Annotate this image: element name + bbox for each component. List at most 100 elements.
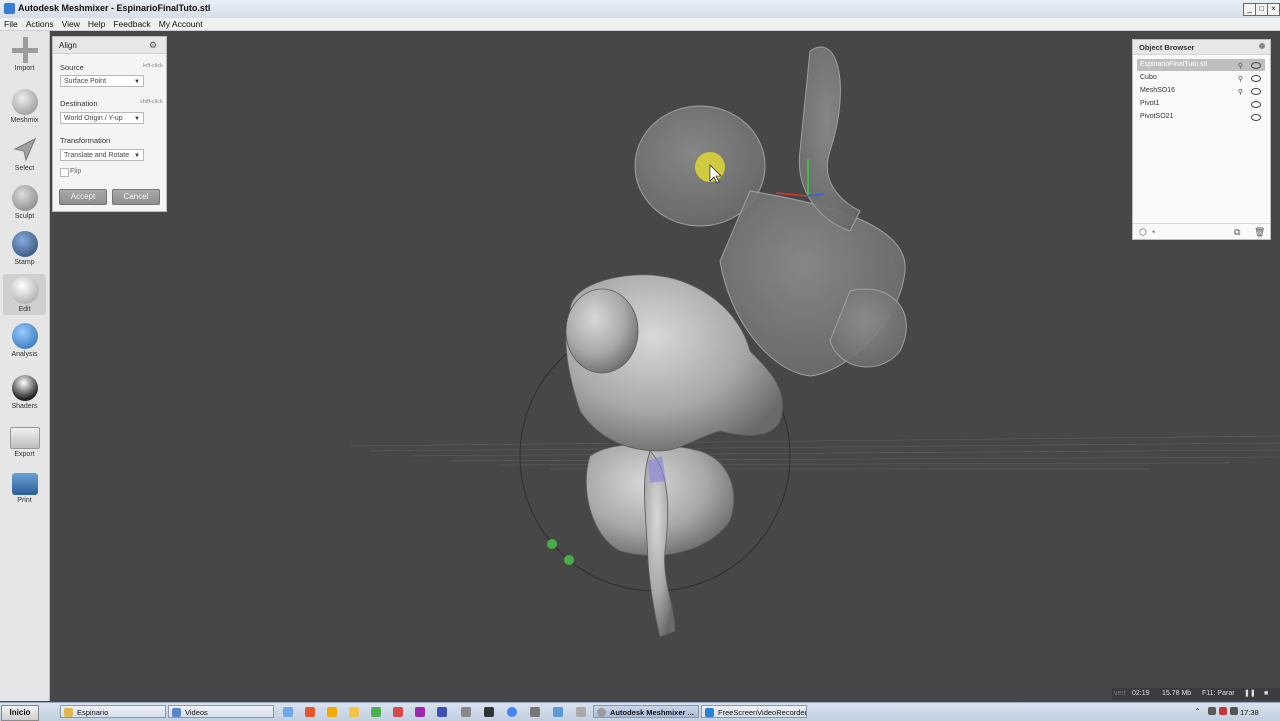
quicklaunch-icon[interactable]: [553, 707, 563, 717]
volume-icon[interactable]: [1230, 707, 1238, 715]
taskbar-item-espinario[interactable]: Espinario: [60, 705, 166, 718]
start-button[interactable]: Inicio: [1, 705, 39, 721]
taskbar-item-meshmixer[interactable]: Autodesk Meshmixer ...: [593, 705, 699, 718]
tray-expand-icon[interactable]: ⌃: [1194, 707, 1201, 716]
scene-svg: [349, 46, 1280, 638]
accept-button[interactable]: Accept: [59, 189, 107, 205]
align-panel-title: Align: [59, 41, 77, 50]
toolbar-analysis[interactable]: Analysis: [3, 323, 46, 358]
object-browser: Object Browser EspinarioFinalTuto.stl ⚲ …: [1132, 39, 1271, 240]
toolbar-edit[interactable]: Edit: [3, 274, 46, 315]
chevron-down-icon: ▼: [134, 79, 140, 85]
tray-icon[interactable]: [1208, 707, 1216, 715]
menu-my-account[interactable]: My Account: [155, 18, 207, 30]
object-row[interactable]: PivotSO21: [1137, 111, 1265, 123]
transformation-dropdown[interactable]: Translate and Rotate ▼: [60, 149, 144, 161]
meshmix-icon: [11, 89, 38, 115]
app-icon: [4, 3, 15, 14]
window-title: Autodesk Meshmixer - EspinarioFinalTuto.…: [18, 3, 211, 13]
toolbar-export[interactable]: Export: [3, 427, 46, 458]
destination-label: Destination: [60, 99, 98, 108]
align-panel: Align ⚙ Source left-click Surface Point ▼…: [52, 36, 167, 212]
quicklaunch-icon[interactable]: [327, 707, 337, 717]
meshmixer-icon: [597, 708, 606, 717]
taskbar-item-recorder[interactable]: FreeScreenVideoRecorder: [701, 705, 807, 718]
visibility-eye-icon[interactable]: [1251, 62, 1261, 69]
quicklaunch-icon[interactable]: [371, 707, 381, 717]
divider: [1133, 223, 1270, 224]
toolbar-select[interactable]: Select: [3, 137, 46, 172]
visibility-eye-icon[interactable]: [1251, 101, 1261, 108]
quicklaunch-icon[interactable]: [530, 707, 540, 717]
chrome-icon[interactable]: [507, 707, 517, 717]
object-browser-header: Object Browser: [1133, 40, 1270, 55]
quicklaunch-icon[interactable]: [437, 707, 447, 717]
tray-icon[interactable]: [1219, 707, 1227, 715]
object-row[interactable]: Pivot1: [1137, 98, 1265, 110]
quicklaunch-icon[interactable]: [349, 707, 359, 717]
menu-bar: File Actions View Help Feedback My Account: [0, 18, 1280, 31]
ring-handle[interactable]: [547, 539, 557, 549]
destination-dropdown[interactable]: World Origin / Y-up ▼: [60, 112, 144, 124]
select-arrow-icon: [12, 137, 38, 163]
export-folder-icon: [9, 427, 40, 449]
menu-help[interactable]: Help: [84, 18, 109, 30]
folder-icon: [64, 708, 73, 717]
pause-icon[interactable]: ❚❚: [1244, 688, 1256, 700]
quicklaunch-icon[interactable]: [484, 707, 494, 717]
quicklaunch-icon[interactable]: [305, 707, 315, 717]
stop-icon[interactable]: ■: [1264, 688, 1268, 700]
visibility-eye-icon[interactable]: [1251, 88, 1261, 95]
close-icon[interactable]: [1259, 43, 1265, 49]
analysis-globe-icon: [11, 323, 38, 349]
close-button[interactable]: ×: [1267, 3, 1280, 16]
title-bar: Autodesk Meshmixer - EspinarioFinalTuto.…: [0, 0, 1280, 19]
menu-feedback[interactable]: Feedback: [109, 18, 154, 30]
toolbar-print[interactable]: Print: [3, 473, 46, 504]
video-folder-icon: [172, 708, 181, 717]
status-memory: 15.78 Mb: [1162, 690, 1192, 697]
shader-sphere-icon: [11, 375, 38, 401]
object-row[interactable]: Cubo ⚲: [1137, 72, 1265, 84]
status-time: 02:19: [1132, 690, 1150, 697]
menu-file[interactable]: File: [0, 18, 22, 30]
source-dropdown[interactable]: Surface Point ▼: [60, 75, 144, 87]
visibility-eye-icon[interactable]: [1251, 114, 1261, 121]
source-label: Source: [60, 63, 84, 72]
sculpt-brush-icon: [11, 185, 38, 211]
combine-icon[interactable]: ◔: [1150, 227, 1155, 237]
gear-icon[interactable]: ⚙: [149, 40, 157, 51]
object-row[interactable]: MeshSO16 ⚲: [1137, 85, 1265, 97]
visibility-eye-icon[interactable]: [1251, 75, 1261, 82]
duplicate-icon[interactable]: ⧉: [1234, 227, 1240, 238]
chevron-down-icon: ▼: [134, 153, 140, 159]
status-hint: F11: Parar: [1202, 690, 1235, 697]
quicklaunch-icon[interactable]: [415, 707, 425, 717]
destination-hint: shift-click: [140, 99, 163, 105]
transformation-label: Transformation: [60, 136, 111, 145]
object-browser-title: Object Browser: [1139, 43, 1195, 52]
menu-actions[interactable]: Actions: [22, 18, 58, 30]
toolbar-import[interactable]: Import: [3, 37, 46, 72]
quicklaunch-icon[interactable]: [576, 707, 586, 717]
trash-icon[interactable]: 🗑: [1254, 227, 1265, 238]
toolbar-meshmix[interactable]: Meshmix: [3, 89, 46, 124]
recorder-icon: [705, 708, 714, 717]
quicklaunch-icon[interactable]: [461, 707, 471, 717]
taskbar-item-videos[interactable]: Videos: [168, 705, 274, 718]
3d-viewport[interactable]: [50, 31, 1280, 701]
object-row[interactable]: EspinarioFinalTuto.stl ⚲: [1137, 59, 1265, 71]
clock[interactable]: 17:38: [1240, 708, 1259, 717]
flip-label: Flip: [70, 168, 82, 175]
toolbar-stamp[interactable]: Stamp: [3, 231, 46, 266]
toolbar-shaders[interactable]: Shaders: [3, 375, 46, 410]
cancel-button[interactable]: Cancel: [112, 189, 160, 205]
align-panel-header: Align ⚙: [53, 37, 166, 54]
menu-view[interactable]: View: [58, 18, 84, 30]
ring-handle[interactable]: [564, 555, 574, 565]
quicklaunch-icon[interactable]: [283, 707, 293, 717]
add-object-icon[interactable]: ⬡: [1139, 227, 1147, 238]
quicklaunch-icon[interactable]: [393, 707, 403, 717]
toolbar-sculpt[interactable]: Sculpt: [3, 185, 46, 220]
flip-checkbox[interactable]: [60, 168, 69, 177]
